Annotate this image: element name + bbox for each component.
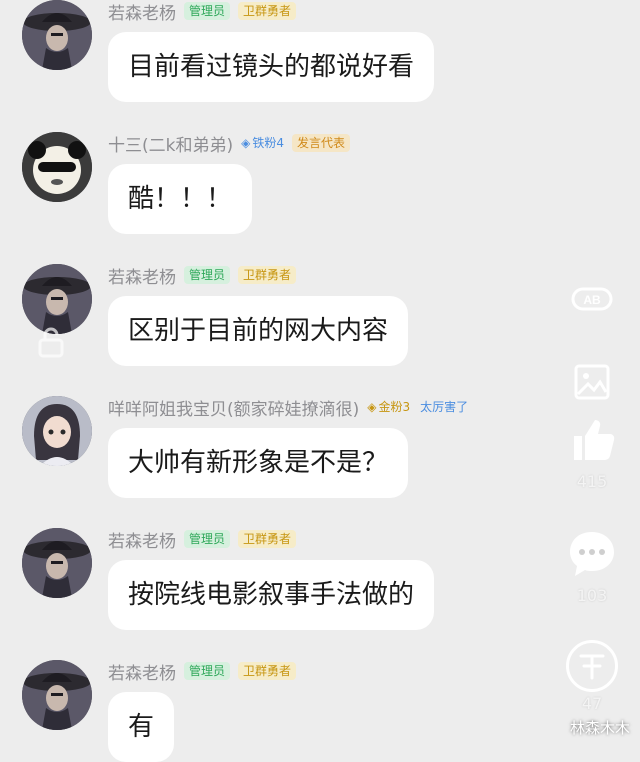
badge-label: 管理员 bbox=[189, 664, 226, 678]
sender-meta: 若森老杨 管理员 卫群勇者 bbox=[108, 263, 297, 288]
badge-label: 管理员 bbox=[189, 532, 226, 546]
user-badge: ◈ 金粉3 bbox=[367, 399, 410, 415]
sender-meta: 十三(二k和弟弟) ◈ 铁粉4 发言代表 bbox=[108, 131, 350, 156]
watermark: 林森木木 bbox=[569, 719, 630, 737]
sender-name[interactable]: 十三(二k和弟弟) bbox=[108, 131, 233, 156]
translate-button[interactable]: AB bbox=[560, 284, 624, 318]
lock-icon[interactable] bbox=[36, 326, 66, 362]
thumbs-up-icon bbox=[574, 420, 615, 460]
avatar[interactable] bbox=[22, 660, 92, 730]
badge-label: 管理员 bbox=[189, 4, 226, 18]
user-badge: 太厉害了 bbox=[418, 398, 473, 416]
user-badge: 卫群勇者 bbox=[238, 266, 297, 284]
badge-label: 卫群勇者 bbox=[243, 532, 292, 546]
avatar[interactable] bbox=[22, 528, 92, 598]
like-count: 415 bbox=[576, 472, 608, 491]
sender-name[interactable]: 若森老杨 bbox=[108, 527, 176, 552]
badge-label: 卫群勇者 bbox=[243, 268, 292, 282]
user-badge: ◈ 铁粉4 bbox=[241, 135, 284, 151]
comment-button[interactable]: 103 bbox=[560, 528, 624, 605]
badge-label: 卫群勇者 bbox=[243, 664, 292, 678]
message-bubble[interactable]: 目前看过镜头的都说好看 bbox=[108, 32, 435, 102]
badge-label: 铁粉4 bbox=[252, 136, 284, 150]
fan-level-icon: ◈ bbox=[367, 400, 377, 414]
avatar[interactable] bbox=[22, 132, 92, 202]
sender-name[interactable]: 咩咩阿姐我宝贝(额家碎娃撩滴很) bbox=[108, 395, 359, 420]
share-count: 47 bbox=[581, 694, 603, 713]
user-badge: 卫群勇者 bbox=[238, 662, 297, 680]
user-badge: 管理员 bbox=[184, 530, 231, 548]
message-bubble[interactable]: 区别于目前的网大内容 bbox=[108, 296, 409, 366]
sender-name[interactable]: 若森老杨 bbox=[108, 0, 176, 24]
user-badge: 发言代表 bbox=[291, 134, 350, 152]
message-bubble[interactable]: 大帅有新形象是不是？ bbox=[108, 428, 409, 498]
user-badge: 管理员 bbox=[184, 2, 231, 20]
badge-label: 管理员 bbox=[189, 268, 226, 282]
avatar[interactable] bbox=[22, 0, 92, 70]
comment-count: 103 bbox=[576, 586, 608, 605]
message-bubble[interactable]: 酷！！！ bbox=[108, 164, 253, 234]
badge-label: 太厉害了 bbox=[420, 400, 469, 414]
message-bubble[interactable]: 按院线电影叙事手法做的 bbox=[108, 560, 435, 630]
badge-label: 卫群勇者 bbox=[243, 4, 292, 18]
sender-meta: 若森老杨 管理员 卫群勇者 bbox=[108, 527, 297, 552]
fan-level-icon: ◈ bbox=[241, 136, 251, 150]
user-badge: 卫群勇者 bbox=[238, 530, 297, 548]
sender-meta: 咩咩阿姐我宝贝(额家碎娃撩滴很) ◈ 金粉3 太厉害了 bbox=[108, 395, 473, 420]
translate-icon: AB bbox=[571, 287, 613, 311]
comment-icon bbox=[570, 532, 614, 576]
badge-label: 金粉3 bbox=[378, 400, 411, 414]
like-button[interactable]: 415 bbox=[560, 414, 624, 491]
badge-label: 发言代表 bbox=[296, 136, 345, 150]
sender-name[interactable]: 若森老杨 bbox=[108, 659, 176, 684]
avatar[interactable] bbox=[22, 396, 92, 466]
image-icon bbox=[574, 364, 610, 400]
user-badge: 管理员 bbox=[184, 662, 231, 680]
user-badge: 管理员 bbox=[184, 266, 231, 284]
image-button[interactable] bbox=[560, 362, 624, 406]
sender-meta: 若森老杨 管理员 卫群勇者 bbox=[108, 659, 297, 684]
chat-list: 若森老杨 管理员 卫群勇者 目前看过镜头的都说好看 十三(二k和弟弟) ◈ 铁粉4 发言代表酷… bbox=[0, 0, 640, 762]
avatar[interactable] bbox=[22, 264, 92, 334]
svg-text:AB: AB bbox=[583, 293, 601, 307]
sender-meta: 若森老杨 管理员 卫群勇者 bbox=[108, 0, 297, 24]
user-badge: 卫群勇者 bbox=[238, 2, 297, 20]
share-button[interactable]: 47 bbox=[560, 640, 624, 713]
sender-name[interactable]: 若森老杨 bbox=[108, 263, 176, 288]
share-icon bbox=[566, 640, 618, 692]
